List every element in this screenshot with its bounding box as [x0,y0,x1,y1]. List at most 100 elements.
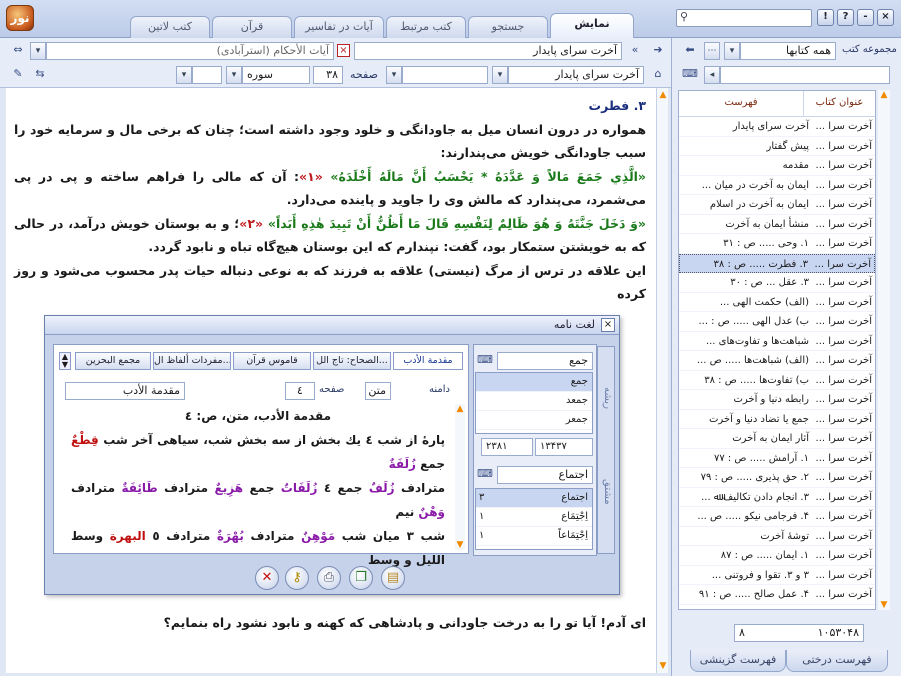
navigate-icon[interactable]: ⇔ [10,42,26,58]
list-item[interactable]: آخرت سرا ... ۲. حق پذیری ..... ص : ۷۹ [679,468,875,488]
root-item[interactable]: جمع [476,373,592,392]
list-item[interactable]: آخرت سرا ... ب) تفاوت‌ها ..... ص : ۳۸ [679,371,875,390]
tab-search[interactable]: جستجو [468,16,548,38]
related-dropdown-button[interactable]: ▾ [30,42,46,60]
page-dropdown-button[interactable]: ▾ [386,66,402,84]
dict-tab-sihah[interactable]: الصحاح: تاج الل... [313,352,391,370]
list-item[interactable]: آخرت سرا ... ب) عدل الهی ..... ص : ... [679,312,875,332]
list-item[interactable]: آخرت سرا ... منشأ ایمان به آخرت [679,215,875,234]
forward-arrow-icon[interactable]: ➜ [650,42,666,58]
list-item[interactable]: آخرت سرا ... ایمان به آخرت در اسلام [679,195,875,215]
dict-keyboard-2-icon[interactable]: ⌨ [477,466,493,482]
column-book[interactable]: عنوان کتاب [803,91,875,116]
collection-field[interactable]: همه کتابها [740,42,836,60]
tab-tree-index[interactable]: فهرست درختی [786,650,888,672]
list-item[interactable]: آخرت سرا ... (الف) حکمت الهی ... [679,293,875,312]
print-icon[interactable]: ⎙ [317,566,341,590]
index-scroll-up-icon[interactable]: ▲ [878,90,890,100]
surah-dropdown-button[interactable]: ▾ [176,66,192,84]
delete-icon[interactable]: ✕ [255,566,279,590]
verse-field[interactable] [192,66,222,84]
derivative-item[interactable]: اِجْتِمَاعاً ۱ [476,527,592,546]
list-item[interactable]: آخرت سرا ... ۴. فرجامی نیکو ..... ص ... [679,507,875,527]
key-icon[interactable]: ⚷ [285,566,309,590]
page-number-field[interactable]: ۳۸ [313,66,343,84]
related-book-field[interactable]: آیات الأحکام (استرآبادی) [46,42,334,60]
list-item[interactable]: آخرت سرا ... شباهت‌ها و تفاوت‌های ... [679,332,875,351]
list-item[interactable]: آخرت سرا ... پیش گفتار [679,137,875,156]
verse-dropdown-button[interactable]: ▾ [226,66,242,84]
close-button[interactable]: × [877,9,894,26]
tab-display[interactable]: نمایش [550,13,634,39]
page-extra-field[interactable] [402,66,488,84]
list-item[interactable]: آخرت سرا ... ۱. آرامش ..... ص : ۷۷ [679,449,875,468]
footnote-ref-2[interactable]: «۲» [239,216,263,231]
dict-keyboard-icon[interactable]: ⌨ [477,352,493,368]
alert-button[interactable]: ! [817,9,834,26]
tab-selective-index[interactable]: فهرست گزینشی [690,650,786,672]
tab-related[interactable]: کتب مرتبط [386,16,466,38]
list-item[interactable]: آخرت سرا ... مقدمه [679,156,875,176]
list-item[interactable]: آخرت سرا ... آخرت سرای پایدار [679,117,875,137]
section-dropdown-button[interactable]: ▾ [492,66,508,84]
double-chevron-icon[interactable]: « [627,42,643,58]
root-item[interactable]: جمعر [476,411,592,430]
tools-icon[interactable]: ✎ [10,66,26,82]
book-title-field[interactable]: آخرت سرای پایدار [354,42,622,60]
derivative-item[interactable]: اجتماع ۳ [476,489,592,508]
list-item[interactable]: آخرت سرا ... ۳. فطرت ..... ص : ۳۸ [679,253,875,273]
list-item[interactable]: آخرت سرا ... آثار ایمان به آخرت [679,429,875,449]
list-item[interactable]: آخرت سرا ... ایمان به آخرت در میان ... [679,176,875,195]
dict-tab-mofradat[interactable]: مفردات ألفاظ ال... [153,352,231,370]
dict-tab-muqaddima[interactable]: مقدمة الأدب [393,352,463,370]
list-item[interactable]: آخرت سرا ... ۳. انجام دادن تکالیف ﷲ ... [679,488,875,507]
tab-verses[interactable]: آیات در تفاسیر [294,16,384,38]
dialog-close-icon[interactable]: × [601,318,615,332]
list-item[interactable]: آخرت سرا ... ۴. عمل صالح ..... ص : ۹۱ [679,585,875,605]
side-tab-root[interactable]: ريشه [599,387,613,409]
surah-field[interactable]: سوره [242,66,310,84]
content-scrollbar[interactable]: ▲ ▼ [656,88,668,673]
close-related-icon[interactable]: × [337,44,350,57]
side-tab-derivative[interactable]: مشتق [599,479,613,505]
export-icon[interactable]: ⇆ [32,66,48,82]
keyboard-icon[interactable]: ⌨ [682,66,698,82]
derivative-search-input[interactable]: اجتماع [497,466,593,484]
tab-quran[interactable]: قرآن [212,16,292,38]
global-search-input[interactable]: ⚲ [676,9,812,27]
derivative-item[interactable]: اِجْتِمَاع ۱ [476,508,592,527]
list-item[interactable]: آخرت سرا ... ۱. ایمان ..... ص : ۸۷ [679,546,875,566]
options-button[interactable]: ⋯ [704,42,720,60]
minimize-button[interactable]: - [857,9,874,26]
root-item[interactable]: جمعد [476,392,592,411]
list-item[interactable]: آخرت سرا ... توشهٔ آخرت [679,527,875,546]
help-button[interactable]: ? [837,9,854,26]
note-icon[interactable]: ▤ [381,566,405,590]
list-item[interactable]: آخرت سرا ... ۳ و ۳. تقوا و فروتنی ... [679,566,875,585]
index-scroll-down-icon[interactable]: ▼ [878,600,890,610]
tab-latin[interactable]: کتب لاتین [130,16,210,38]
quran-verse-1[interactable]: «الَّذِي جَمَعَ مَالاً وَ عَدَّدَهُ * يَ… [330,169,646,184]
list-item[interactable]: آخرت سرا ... ۳. عقل ... ص : ۳۰ [679,273,875,293]
scroll-up-icon[interactable]: ▲ [657,90,669,100]
copy-icon[interactable]: ❐ [349,566,373,590]
back-arrow-icon[interactable]: ⬅ [682,42,698,58]
list-prev-button[interactable]: ◂ [704,66,720,84]
dict-text-scrollbar[interactable]: ▲ ▼ [455,404,465,550]
dict-range-field[interactable]: متن [365,382,391,400]
footnote-ref-1[interactable]: «۱» [299,169,323,184]
collection-dropdown-button[interactable]: ▾ [724,42,740,60]
index-scrollbar[interactable]: ▲ ▼ [878,90,890,610]
list-item[interactable]: آخرت سرا ... جمع یا تضاد دنیا و آخرت [679,410,875,429]
index-search-input[interactable] [720,66,890,84]
dict-tab-qamus[interactable]: قاموس قرآن [233,352,311,370]
dict-tab-majma[interactable]: مجمع البحرين [75,352,151,370]
list-item[interactable]: آخرت سرا ... ۱. وحی ..... ص : ۳۱ [679,234,875,254]
list-item[interactable]: آخرت سرا ... رابطه دنیا و آخرت [679,390,875,410]
dict-scroll-down-icon[interactable]: ▼ [455,540,465,550]
dict-page-field[interactable]: ٤ [285,382,315,400]
root-search-input[interactable]: جمع [497,352,593,370]
column-index[interactable]: فهرست [679,91,803,116]
dict-scroll-up-icon[interactable]: ▲ [455,404,465,414]
scroll-down-icon[interactable]: ▼ [657,661,669,671]
